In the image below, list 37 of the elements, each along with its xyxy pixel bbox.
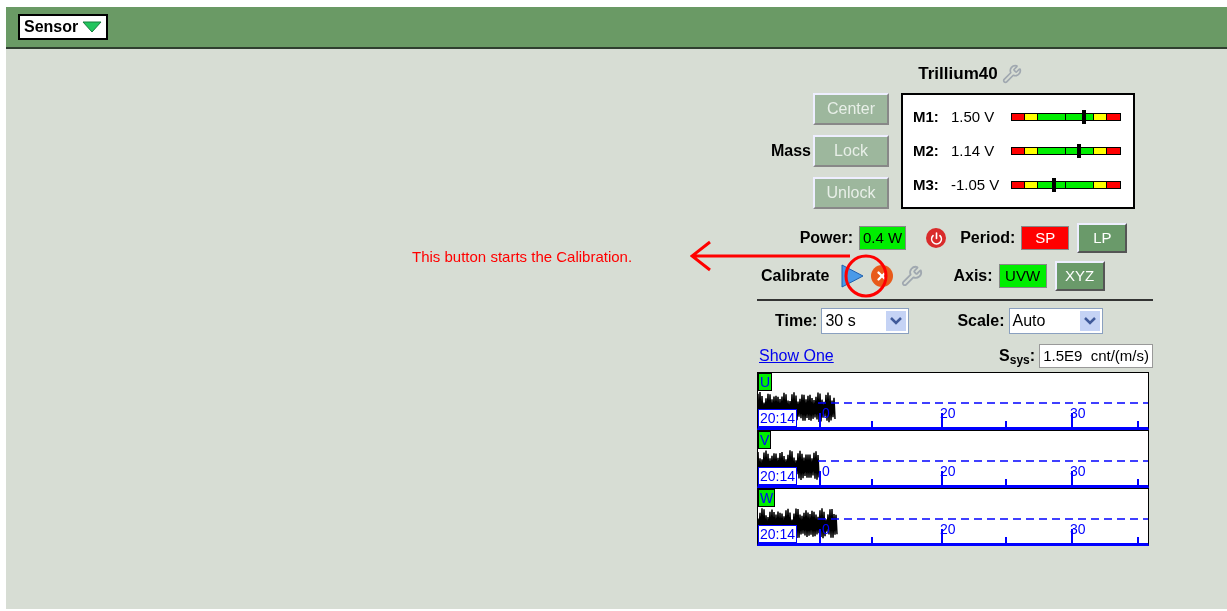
calibrate-label: Calibrate bbox=[761, 266, 830, 286]
scale-select[interactable]: Auto bbox=[1008, 308, 1103, 334]
channel-label: V bbox=[758, 431, 772, 449]
meter-reading: 1.50 V bbox=[951, 106, 996, 127]
meter-label: M1: bbox=[913, 106, 940, 127]
channel-label: W bbox=[758, 489, 776, 507]
sensor-title: Trillium40 bbox=[918, 63, 998, 86]
ssys-field[interactable]: 1.5E9 cnt/(m/s) bbox=[1039, 344, 1153, 368]
trace-start-time: 20:14 bbox=[758, 409, 798, 427]
meter-label: M2: bbox=[913, 140, 940, 161]
channel-label: U bbox=[758, 373, 773, 391]
meter-reading: 1.14 V bbox=[951, 140, 996, 161]
period-label: Period: bbox=[960, 228, 1016, 248]
option-indicator[interactable]: SP bbox=[1021, 226, 1070, 250]
scale-label: Scale: bbox=[957, 311, 1005, 331]
sensor-menu[interactable]: Sensor bbox=[18, 14, 109, 40]
axis-label: Axis: bbox=[953, 266, 993, 286]
dropdown-triangle-icon bbox=[82, 21, 103, 33]
power-reading: 0.4 W bbox=[859, 226, 907, 250]
show-one-link[interactable]: Show One bbox=[759, 344, 834, 368]
annotation-text: This button starts the Calibration. bbox=[412, 247, 633, 267]
tick-label: 0 bbox=[822, 463, 830, 479]
mass-label: Mass bbox=[769, 141, 811, 161]
option-indicator[interactable]: UVW bbox=[998, 264, 1047, 288]
play-icon[interactable] bbox=[839, 263, 866, 289]
ssys-label: S$_{sys}$: bbox=[999, 346, 1036, 368]
meter-reading: -1.05 V bbox=[951, 174, 1001, 195]
trace-start-time: 20:14 bbox=[758, 467, 798, 485]
meter-label: M3: bbox=[913, 174, 940, 195]
highlight-circle bbox=[844, 254, 888, 298]
power-button-icon[interactable] bbox=[926, 228, 947, 248]
trace-start-time: 20:14 bbox=[758, 525, 798, 543]
power-label: Power: bbox=[798, 228, 853, 248]
tick-label: 0 bbox=[822, 521, 830, 537]
tick-label: 0 bbox=[822, 405, 830, 421]
time-select[interactable]: 30 s bbox=[821, 308, 910, 334]
time-label: Time: bbox=[775, 311, 818, 331]
